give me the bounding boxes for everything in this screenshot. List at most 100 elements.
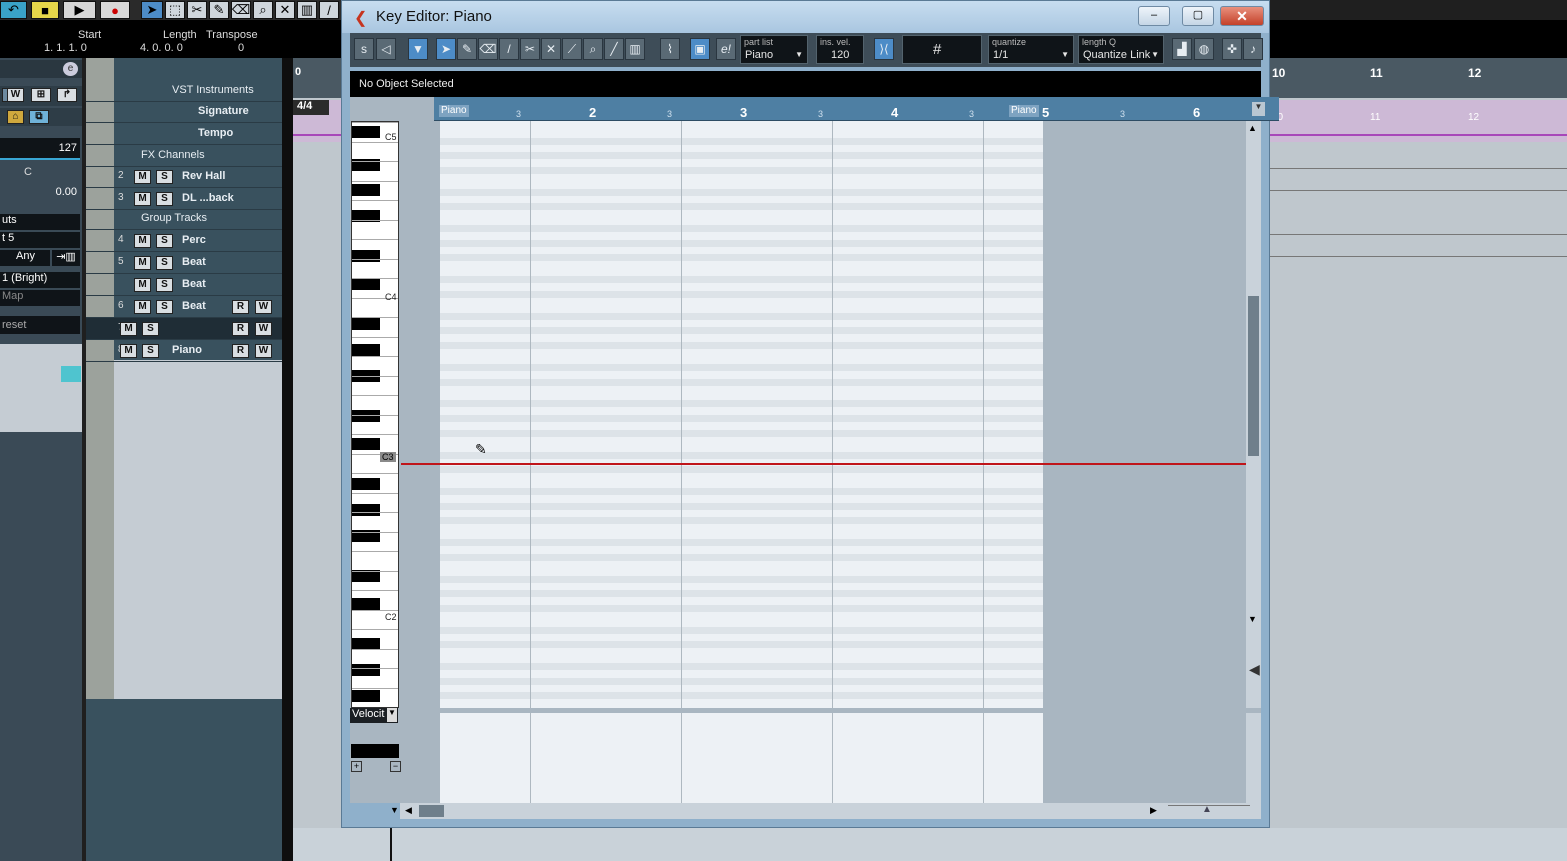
any-field[interactable]: Any: [0, 250, 50, 266]
snap-icon[interactable]: ⟩⟨: [874, 38, 894, 60]
controller-select[interactable]: Velocit ▼: [350, 708, 398, 723]
solo-button[interactable]: S: [142, 344, 159, 358]
solo-button[interactable]: S: [156, 300, 173, 314]
minimize-button[interactable]: –: [1138, 6, 1170, 26]
signature-marker[interactable]: 4/4: [293, 100, 329, 115]
transform-icon[interactable]: ✜: [1222, 38, 1242, 60]
write-button[interactable]: W: [7, 88, 24, 102]
write-automation-button[interactable]: W: [255, 344, 272, 358]
mute-button[interactable]: M: [120, 344, 137, 358]
horizontal-scroll-thumb[interactable]: [419, 805, 444, 817]
close-button[interactable]: ✕: [1220, 6, 1264, 26]
part-border-icon[interactable]: ▣: [690, 38, 710, 60]
track-row[interactable]: 3 M S DL ...back: [86, 188, 282, 210]
track-name[interactable]: Tempo: [198, 127, 233, 139]
record-button[interactable]: ●: [100, 1, 130, 19]
track-name[interactable]: FX Channels: [141, 149, 205, 161]
insert-velocity-field[interactable]: ins. vel. 120: [816, 35, 864, 64]
black-key[interactable]: [352, 250, 380, 262]
mute-tool-icon[interactable]: ✕: [541, 38, 561, 60]
drumstick-tool-icon[interactable]: ▥: [625, 38, 645, 60]
track-name[interactable]: Beat: [182, 256, 206, 268]
solo-button[interactable]: S: [156, 278, 173, 292]
volume-field[interactable]: 127: [0, 138, 80, 158]
slot-highlight[interactable]: [61, 366, 81, 382]
mute-button[interactable]: M: [134, 170, 151, 184]
horizontal-zoom-slider[interactable]: ▲: [1168, 804, 1250, 817]
black-key[interactable]: [352, 184, 380, 196]
black-key[interactable]: [352, 690, 380, 702]
track-name[interactable]: Beat: [182, 300, 206, 312]
divider[interactable]: [282, 58, 293, 861]
write-automation-button[interactable]: W: [255, 300, 272, 314]
edit-active-part-icon[interactable]: e!: [716, 38, 736, 60]
undo-button[interactable]: ↶: [0, 1, 27, 19]
mute-button[interactable]: M: [134, 278, 151, 292]
key-editor-titlebar[interactable]: ❮ Key Editor: Piano – ▢ ✕: [342, 1, 1269, 33]
keyboard-icon[interactable]: ⇥▥: [52, 250, 80, 266]
arrow-tool-icon[interactable]: ➤: [141, 1, 163, 19]
independent-track-loop-icon[interactable]: ▟: [1172, 38, 1192, 60]
track-row[interactable]: 6 M S R W Beat: [86, 296, 282, 318]
stop-button[interactable]: ■: [31, 1, 59, 19]
edit-icon[interactable]: ⊞: [31, 88, 51, 102]
black-key[interactable]: [352, 664, 380, 676]
delay-field[interactable]: 0.00: [0, 182, 80, 202]
route-icon[interactable]: ↱: [57, 88, 77, 102]
scroll-up-icon[interactable]: ▲: [1248, 123, 1257, 133]
scroll-right-icon[interactable]: ▶: [1150, 805, 1157, 816]
black-key[interactable]: [352, 318, 380, 330]
track-row[interactable]: 7MSRW: [86, 318, 282, 340]
maximize-button[interactable]: ▢: [1182, 6, 1214, 26]
add-lane-icon[interactable]: +: [351, 761, 362, 772]
solo-button[interactable]: S: [156, 170, 173, 184]
glue-tool-icon[interactable]: ✎: [209, 1, 229, 19]
map-field[interactable]: Map: [0, 290, 80, 306]
black-key[interactable]: [352, 478, 380, 490]
split-tool-icon[interactable]: ✂: [520, 38, 540, 60]
length-value[interactable]: 4. 0. 0. 0: [140, 42, 183, 54]
black-key[interactable]: [352, 126, 380, 138]
playhead[interactable]: [390, 828, 392, 861]
note-grid[interactable]: [440, 121, 1043, 708]
part-list-select[interactable]: part list Piano ▼: [740, 35, 808, 64]
read-automation-button[interactable]: R: [232, 322, 249, 336]
erase-tool-icon[interactable]: ⌫: [478, 38, 498, 60]
track-name[interactable]: VST Instruments: [172, 84, 254, 96]
track-row[interactable]: 5 M S Beat: [86, 252, 282, 274]
lock-icon[interactable]: ⌂: [7, 110, 24, 124]
midi-icon[interactable]: ♪: [1243, 38, 1263, 60]
solo-editor-icon[interactable]: s: [354, 38, 374, 60]
remove-lane-icon[interactable]: −: [390, 761, 401, 772]
read-automation-button[interactable]: R: [232, 344, 249, 358]
line-tool-icon[interactable]: ╱: [604, 38, 624, 60]
track-name[interactable]: DL ...back: [182, 192, 234, 204]
track-row[interactable]: 8MSRWPiano: [86, 340, 282, 362]
step-input-field[interactable]: #: [902, 35, 982, 64]
glue-tool-icon[interactable]: ⟋: [562, 38, 582, 60]
channel-field[interactable]: t 5: [0, 232, 80, 248]
key-editor-ruler[interactable]: Piano Piano 3 2 3 3 3 4 3 5 3 6 ▼: [434, 97, 1279, 121]
solo-button[interactable]: S: [156, 256, 173, 270]
play-button[interactable]: ▶: [63, 1, 96, 19]
track-row[interactable]: Group Tracks: [86, 208, 282, 230]
draw-tool-icon[interactable]: /: [319, 1, 339, 19]
split-tool-icon[interactable]: ✂: [187, 1, 207, 19]
start-value[interactable]: 1. 1. 1. 0: [44, 42, 87, 54]
mute-button[interactable]: M: [134, 256, 151, 270]
piano-keyboard[interactable]: C5 C4 C3 C2: [351, 121, 399, 708]
mute-button[interactable]: M: [134, 192, 151, 206]
track-row[interactable]: Tempo: [86, 123, 282, 145]
show-info-icon[interactable]: ▼: [408, 38, 428, 60]
black-key[interactable]: [352, 570, 380, 582]
ruler-menu-icon[interactable]: ▼: [1252, 102, 1265, 116]
black-key[interactable]: [352, 410, 380, 422]
black-key[interactable]: [352, 278, 380, 290]
track-row[interactable]: Signature: [86, 101, 282, 123]
read-automation-button[interactable]: R: [232, 300, 249, 314]
track-row[interactable]: VST Instruments: [86, 80, 282, 102]
quantize-select[interactable]: quantize 1/1 ▼: [988, 35, 1074, 64]
eraser-tool-icon[interactable]: ⌫: [231, 1, 251, 19]
solo-button[interactable]: S: [142, 322, 159, 336]
scroll-left-icon[interactable]: ◀: [405, 805, 412, 816]
